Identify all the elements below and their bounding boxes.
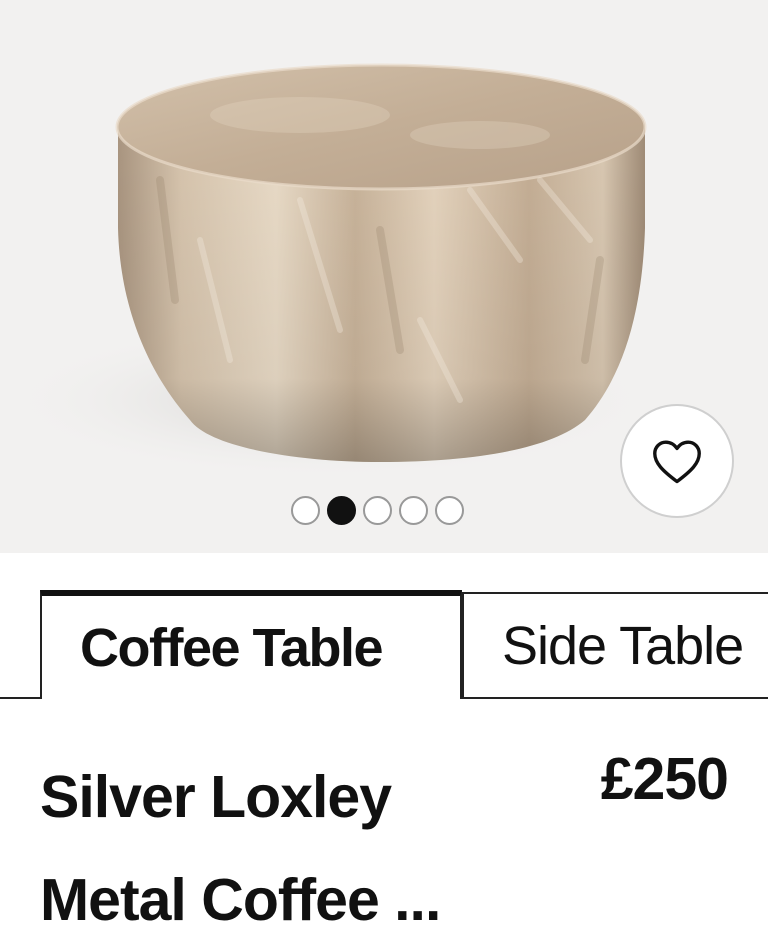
product-page: Side Table Coffee Table Silver Loxley Me…: [0, 0, 768, 936]
variant-tabs: Side Table Coffee Table: [0, 590, 768, 702]
wishlist-button[interactable]: [620, 404, 734, 518]
carousel-dot-2[interactable]: [327, 495, 356, 525]
carousel-dot-5[interactable]: [435, 495, 464, 525]
product-name-line-1: Silver Loxley: [40, 764, 392, 830]
tab-label: Side Table: [502, 615, 744, 676]
product-name[interactable]: Silver Loxley Metal Coffee ...: [40, 746, 540, 936]
tab-side-table[interactable]: Side Table: [462, 592, 768, 697]
product-price: £250: [600, 746, 729, 812]
heart-outline-icon: [653, 440, 701, 484]
carousel-dot-1[interactable]: [291, 495, 320, 525]
carousel-dot-3[interactable]: [363, 495, 392, 525]
carousel-dots: [291, 494, 464, 526]
carousel-dot-4[interactable]: [399, 495, 428, 525]
product-name-line-2: Metal Coffee ...: [40, 867, 441, 933]
tab-label: Coffee Table: [80, 617, 384, 678]
product-gallery[interactable]: [0, 0, 768, 553]
tab-coffee-table[interactable]: Coffee Table: [40, 590, 462, 699]
